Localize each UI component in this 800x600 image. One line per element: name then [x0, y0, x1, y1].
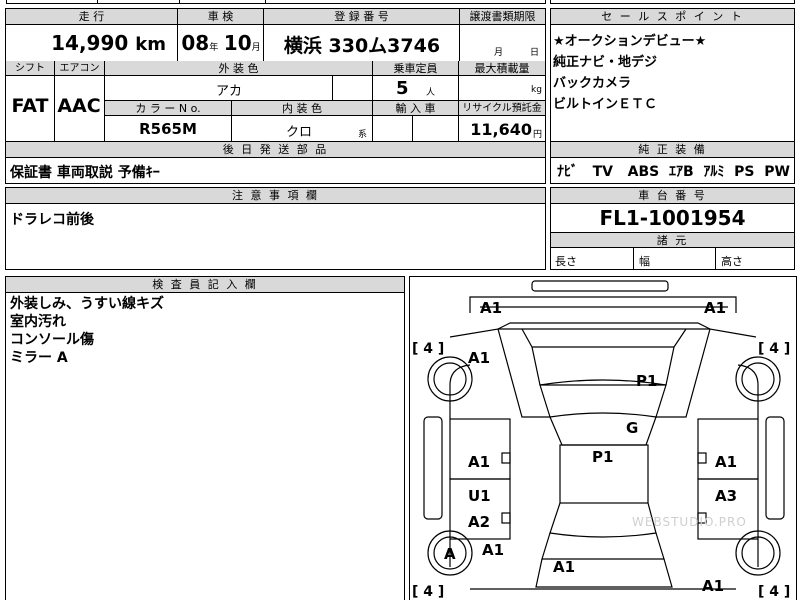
sales-point-item: 純正ナビ・地デジ: [553, 55, 658, 70]
notes-label: 注 意 事 項 欄: [6, 188, 545, 204]
parts-label: 後 日 発 送 部 品: [6, 142, 545, 158]
shift-value: FAT: [11, 95, 49, 117]
tire-tread-rear-left: [ 4 ]: [412, 584, 445, 600]
inspection-year-unit: 年: [209, 43, 219, 53]
damage-mark: P1: [636, 372, 658, 390]
inspector-line: 外装しみ、うすい線キズ: [10, 296, 164, 312]
damage-mark: P1: [592, 448, 614, 466]
interior-color-value: クロ: [286, 125, 313, 140]
equipment-list: ﾅﾋﾞ TV ABS ｴｱB ｱﾙﾐ PS PW: [557, 161, 790, 181]
sales-points-box: セ ー ル ス ポ イ ン ト ★オークションデビュー★ 純正ナビ・地デジ バッ…: [550, 8, 795, 142]
width-label: 幅: [639, 255, 650, 268]
top-partial-right: [550, 0, 795, 4]
watermark: WEBSTUDIO.PRO: [632, 515, 747, 529]
vehicle-info-table: 走 行 車 検 登 録 番 号 譲渡書類期限 14,990 km 08年 10月…: [5, 8, 546, 142]
car-diagram-box: A1 A1 A1 P1 G P1 A1 A1 U1 A3 A2 A1 A A1 …: [409, 276, 797, 600]
inspector-line: 室内汚れ: [10, 314, 66, 330]
damage-mark: A1: [482, 541, 505, 559]
inspection-year: 08: [181, 31, 210, 55]
registration-value: 横浜 330ム3746: [283, 35, 441, 57]
length-label: 長さ: [555, 255, 577, 268]
parts-value: 保証書 車両取説 予備ｷｰ: [10, 165, 160, 181]
inspector-line: ミラー A: [10, 350, 68, 366]
transfer-day-unit: 日: [530, 48, 540, 58]
tire-tread-front-right: [ 4 ]: [758, 341, 791, 357]
notes-value: ドラレコ前後: [10, 212, 94, 228]
sales-point-item: バックカメラ: [553, 76, 632, 91]
equipment-item: PW: [764, 164, 790, 180]
aircon-label: エアコン: [54, 61, 104, 76]
equipment-item: ｱﾙﾐ: [703, 164, 725, 180]
equipment-item: TV: [592, 164, 614, 180]
max-load-label: 最大積載量: [458, 61, 545, 76]
interior-color-label: 内 装 色: [232, 101, 372, 116]
inspector-lines: 外装しみ、うすい線キズ 室内汚れ コンソール傷 ミラー A: [10, 295, 164, 367]
equipment-box: 純 正 装 備 ﾅﾋﾞ TV ABS ｴｱB ｱﾙﾐ PS PW: [550, 141, 795, 184]
sales-point-item: ビルトインＥＴＣ: [553, 97, 658, 112]
damage-mark: A2: [468, 513, 491, 531]
transfer-month-unit: 月: [494, 48, 504, 58]
damage-mark: A1: [480, 299, 503, 317]
dimensions-row: 長さ 幅 高さ: [551, 248, 794, 270]
top-partial-row: [6, 0, 546, 4]
damage-mark: A1: [704, 299, 727, 317]
tire-tread-rear-right: [ 4 ]: [758, 584, 791, 600]
equipment-item: PS: [734, 164, 755, 180]
recycle-value: 11,640: [470, 120, 532, 139]
mileage-label: 走 行: [6, 9, 177, 25]
inspection-label: 車 検: [177, 9, 263, 25]
damage-mark: A1: [468, 349, 491, 367]
equipment-item: ｴｱB: [668, 164, 694, 180]
recycle-label: リサイクル預託金: [459, 101, 545, 116]
damage-mark: A3: [715, 487, 738, 505]
capacity-value: 5: [396, 78, 409, 99]
height-label: 高さ: [721, 255, 743, 268]
chassis-box: 車 台 番 号 FL1-1001954 諸 元 長さ 幅 高さ: [550, 187, 795, 270]
exterior-color-value: アカ: [216, 84, 243, 99]
capacity-label: 乗車定員: [372, 61, 458, 76]
damage-mark: U1: [468, 487, 491, 505]
mileage-value: 14,990: [51, 31, 129, 55]
damage-mark: A1: [553, 558, 576, 576]
inspector-line: コンソール傷: [10, 332, 94, 348]
registration-label: 登 録 番 号: [263, 9, 459, 25]
exterior-color-label: 外 装 色: [104, 61, 372, 76]
sales-points-label: セ ー ル ス ポ イ ン ト: [551, 9, 794, 25]
damage-mark: G: [626, 419, 639, 437]
inspection-value-row: 08年 10月: [180, 31, 262, 55]
shift-label: シフト: [6, 61, 54, 76]
aircon-value: AAC: [57, 95, 101, 117]
recycle-unit: 円: [533, 130, 543, 140]
notes-box: 注 意 事 項 欄 ドラレコ前後: [5, 187, 546, 270]
damage-mark: A: [444, 545, 456, 563]
sales-points-list: ★オークションデビュー★ 純正ナビ・地デジ バックカメラ ビルトインＥＴＣ: [553, 31, 706, 115]
mileage-unit: km: [135, 34, 166, 55]
car-outline-diagram: [423, 280, 785, 590]
tire-tread-front-left: [ 4 ]: [412, 341, 445, 357]
inspector-label: 検 査 員 記 入 欄: [6, 277, 404, 293]
interior-color-suffix: 系: [358, 130, 368, 140]
equipment-label: 純 正 装 備: [551, 142, 794, 158]
inspection-month: 10: [223, 31, 252, 55]
equipment-item: ABS: [627, 164, 660, 180]
damage-mark: A1: [468, 453, 491, 471]
damage-mark: A1: [715, 453, 738, 471]
chassis-value: FL1-1001954: [599, 206, 746, 230]
transfer-deadline-label: 譲渡書類期限: [459, 9, 545, 25]
import-label: 輸 入 車: [373, 101, 458, 116]
color-no-label: カ ラ ー N o.: [105, 101, 231, 116]
capacity-unit: 人: [426, 88, 436, 98]
sales-point-item: ★オークションデビュー★: [553, 34, 707, 49]
inspector-box: 検 査 員 記 入 欄 外装しみ、うすい線キズ 室内汚れ コンソール傷 ミラー …: [5, 276, 405, 600]
max-load-unit: kg: [531, 85, 542, 95]
inspection-month-unit: 月: [251, 43, 261, 53]
dimensions-label: 諸 元: [551, 232, 794, 248]
parts-box: 後 日 発 送 部 品 保証書 車両取説 予備ｷｰ: [5, 141, 546, 184]
equipment-item: ﾅﾋﾞ: [557, 164, 578, 180]
chassis-label: 車 台 番 号: [551, 188, 794, 204]
color-no-value: R565M: [139, 120, 197, 138]
damage-mark: A1: [702, 577, 725, 595]
mileage-value-row: 14,990 km: [16, 31, 166, 55]
